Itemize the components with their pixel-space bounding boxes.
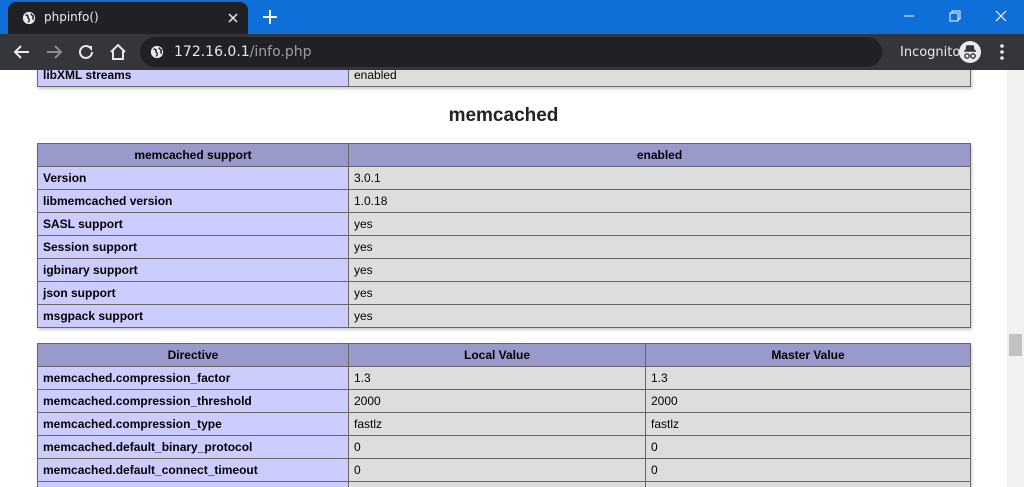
incognito-icon[interactable] (959, 41, 981, 63)
row-value: 1.0.18 (348, 189, 971, 213)
restore-button[interactable] (932, 0, 978, 32)
row-value: yes (348, 212, 971, 236)
section-heading: memcached (448, 105, 559, 126)
home-icon[interactable] (108, 42, 128, 62)
memcached-support-table: memcached support enabled Version 3.0.1 l… (37, 143, 971, 328)
table-row: memcached.default_connect_timeout 0 0 (37, 458, 971, 482)
directive-name: memcached.compression_type (37, 412, 349, 436)
row-key: libXML streams (37, 70, 349, 87)
forward-arrow-icon[interactable] (44, 42, 64, 62)
column-header: enabled (348, 143, 971, 167)
url-path: /info.php (249, 44, 312, 60)
browser-title-bar: phpinfo() (0, 0, 1024, 34)
column-header: Directive (37, 343, 349, 367)
row-value: yes (348, 281, 971, 305)
row-value: 3.0.1 (348, 166, 971, 190)
browser-tab[interactable]: phpinfo() (8, 2, 248, 34)
table-header-row: memcached support enabled (37, 143, 971, 167)
close-window-button[interactable] (978, 0, 1024, 32)
back-arrow-icon[interactable] (12, 42, 32, 62)
column-header: Master Value (645, 343, 971, 367)
table-row: Version 3.0.1 (37, 166, 971, 190)
row-key: SASL support (37, 212, 349, 236)
close-icon (995, 10, 1007, 22)
libxml-table: libXML streams enabled (37, 70, 971, 87)
table-row: memcached.compression_type fastlz fastlz (37, 412, 971, 436)
master-value: 0 (645, 458, 971, 482)
directive-name: memcached.default_connect_timeout (37, 458, 349, 482)
table-row (37, 481, 971, 487)
scrollbar-thumb[interactable] (1009, 334, 1022, 356)
restore-icon (949, 10, 961, 22)
memcached-directive-table: Directive Local Value Master Value memca… (37, 343, 971, 487)
local-value: 1.3 (348, 366, 646, 390)
row-value: yes (348, 258, 971, 282)
browser-toolbar: 172.16.0.1/info.php Incognito (0, 34, 1024, 70)
site-info-icon[interactable] (150, 45, 164, 59)
page-scrollbar[interactable] (1007, 70, 1024, 487)
master-value: 0 (645, 435, 971, 459)
table-header-row: Directive Local Value Master Value (37, 343, 971, 367)
table-row: libmemcached version 1.0.18 (37, 189, 971, 213)
close-tab-icon[interactable] (225, 10, 241, 26)
directive-name: memcached.compression_factor (37, 366, 349, 390)
table-row: Session support yes (37, 235, 971, 259)
table-row: msgpack support yes (37, 304, 971, 328)
url-host: 172.16.0.1 (174, 44, 250, 60)
master-value: fastlz (645, 412, 971, 436)
incognito-label: Incognito (900, 45, 961, 60)
new-tab-icon[interactable] (261, 8, 279, 26)
local-value: 2000 (348, 389, 646, 413)
tab-title: phpinfo() (44, 10, 99, 24)
row-key: igbinary support (37, 258, 349, 282)
table-row: igbinary support yes (37, 258, 971, 282)
row-key: Version (37, 166, 349, 190)
table-row: memcached.compression_threshold 2000 2000 (37, 389, 971, 413)
more-menu-icon[interactable] (995, 42, 1009, 62)
directive-name: memcached.default_binary_protocol (37, 435, 349, 459)
local-value: fastlz (348, 412, 646, 436)
address-bar[interactable]: 172.16.0.1/info.php (140, 37, 882, 67)
row-key: json support (37, 281, 349, 305)
table-row: json support yes (37, 281, 971, 305)
globe-icon (22, 11, 36, 25)
minimize-button[interactable] (886, 0, 932, 32)
master-value: 2000 (645, 389, 971, 413)
minimize-icon (904, 15, 914, 17)
column-header: Local Value (348, 343, 646, 367)
directive-name: memcached.compression_threshold (37, 389, 349, 413)
row-value: yes (348, 304, 971, 328)
row-value: yes (348, 235, 971, 259)
table-row: SASL support yes (37, 212, 971, 236)
row-key: libmemcached version (37, 189, 349, 213)
table-row: memcached.default_binary_protocol 0 0 (37, 435, 971, 459)
row-key: Session support (37, 235, 349, 259)
table-row: libXML streams enabled (37, 70, 971, 87)
master-value: 1.3 (645, 366, 971, 390)
reload-icon[interactable] (76, 42, 96, 62)
row-key: msgpack support (37, 304, 349, 328)
table-row: memcached.compression_factor 1.3 1.3 (37, 366, 971, 390)
row-value: enabled (348, 70, 971, 87)
page-content: libXML streams enabled memcached memcach… (0, 70, 1007, 487)
column-header: memcached support (37, 143, 349, 167)
url-text: 172.16.0.1/info.php (174, 44, 312, 60)
local-value: 0 (348, 435, 646, 459)
local-value: 0 (348, 458, 646, 482)
